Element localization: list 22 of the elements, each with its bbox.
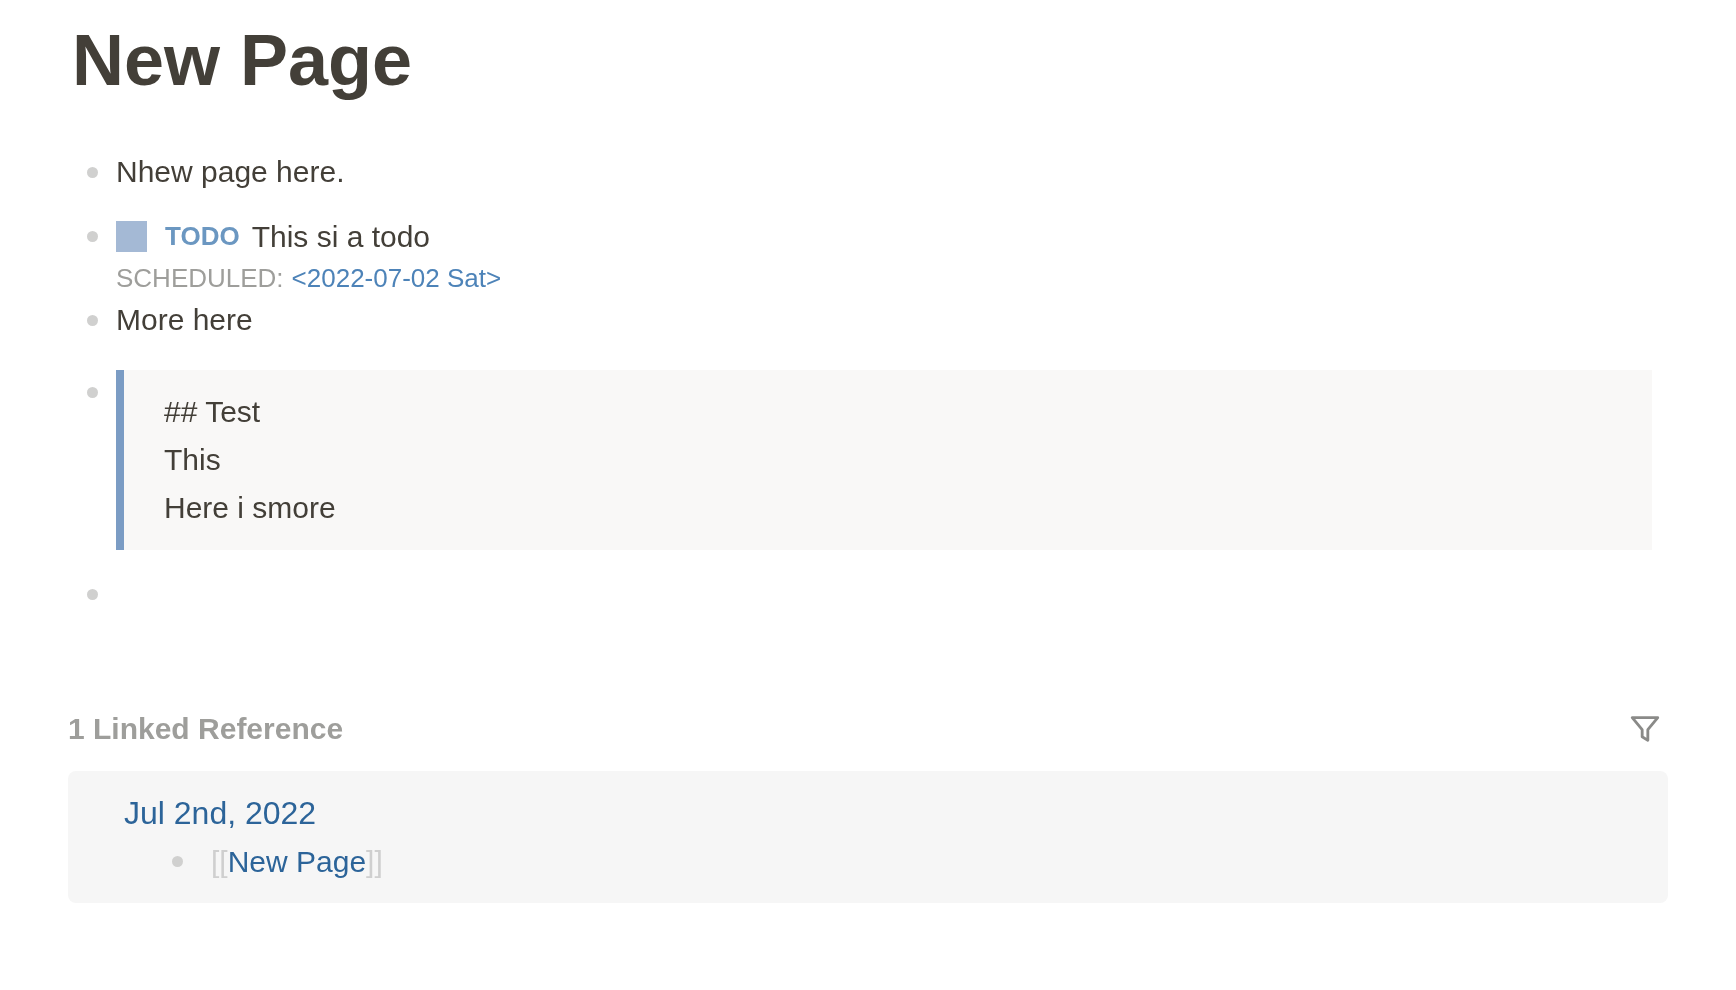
linked-references-heading[interactable]: 1 Linked Reference (68, 706, 344, 751)
bullet-icon[interactable] (86, 231, 98, 242)
bullet-icon[interactable] (86, 589, 98, 600)
scheduled-date-link[interactable]: <2022-07-02 Sat> (291, 258, 502, 298)
todo-marker[interactable]: TODO (165, 216, 240, 256)
bullet-icon[interactable] (86, 167, 98, 178)
bullet-icon[interactable] (172, 855, 183, 867)
bracket-text: ]] (366, 843, 383, 880)
todo-checkbox[interactable] (116, 220, 147, 252)
block-text: More here (116, 302, 253, 338)
page-title: New Page (72, 19, 414, 102)
block-text: Nhew page here. (116, 154, 345, 190)
quote-line: ## Test (164, 394, 262, 430)
block-text: This si a todo (251, 218, 431, 255)
quote-line: This (164, 442, 222, 478)
bullet-icon[interactable] (86, 387, 98, 398)
bullet-icon[interactable] (86, 315, 98, 326)
quote-line: Here i smore (164, 490, 337, 526)
page-reference-link[interactable]: New Page (227, 838, 367, 884)
bracket-text: [[ (211, 843, 228, 880)
scheduled-label: SCHEDULED: (116, 261, 284, 295)
reference-page-link[interactable]: Jul 2nd, 2022 (124, 791, 1612, 835)
